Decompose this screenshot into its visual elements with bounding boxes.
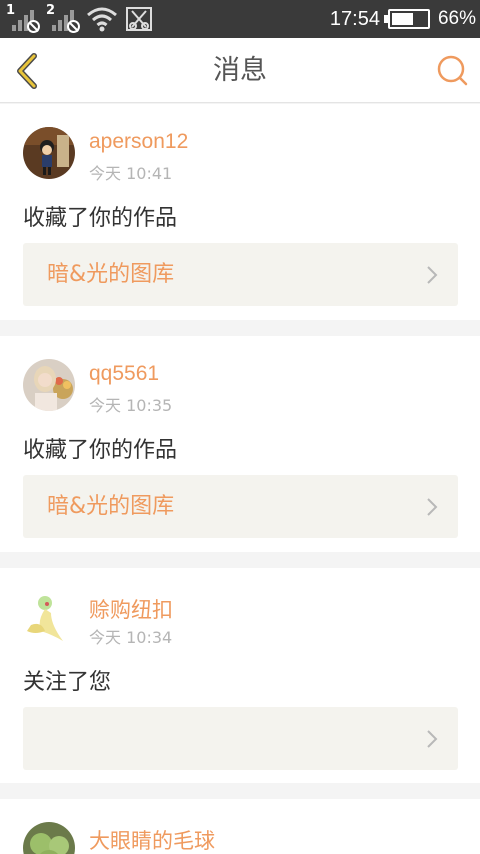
chevron-right-icon [427,266,438,284]
search-icon[interactable] [434,52,470,88]
status-right: 17:54 66% [330,0,476,38]
battery-percent: 66% [437,8,476,29]
username[interactable]: qq5561 [89,362,159,386]
avatar[interactable] [23,127,75,179]
page-title: 消息 [213,55,267,86]
wifi-icon [87,7,117,32]
avatar[interactable] [23,591,75,643]
follow-link[interactable] [23,707,458,770]
action-text: 关注了您 [23,670,112,695]
collection-link[interactable]: 暗&光的图库 [23,243,458,306]
username[interactable]: 赊购纽扣 [89,594,173,624]
chevron-right-icon [427,498,438,516]
status-bar: 1 2 17:54 66% [0,0,480,38]
status-left-icons: 1 2 [6,3,152,34]
sim2-signal-icon: 2 [46,3,80,33]
notification-card: qq5561 今天 10:35 收藏了你的作品 暗&光的图库 [0,336,480,552]
action-text: 收藏了你的作品 [23,206,178,231]
action-text: 收藏了你的作品 [23,438,178,463]
collection-title: 暗&光的图库 [47,262,175,287]
username[interactable]: 大眼睛的毛球 [89,825,215,854]
app-header: 消息 [0,38,480,103]
scissors-icon [126,7,152,31]
username[interactable]: aperson12 [89,130,188,154]
chevron-right-icon [427,730,438,748]
notification-card: aperson12 今天 10:41 收藏了你的作品 暗&光的图库 [0,104,480,320]
battery-icon [383,9,430,29]
avatar[interactable] [23,822,75,854]
timestamp: 今天 10:41 [89,164,173,183]
timestamp: 今天 10:34 [89,628,173,647]
sim1-signal-icon: 1 [6,3,40,33]
clock: 17:54 [329,7,380,30]
collection-title: 暗&光的图库 [47,494,175,519]
avatar[interactable] [23,359,75,411]
notification-card: 赊购纽扣 今天 10:34 关注了您 [0,568,480,783]
collection-link[interactable]: 暗&光的图库 [23,475,458,538]
notification-card: 大眼睛的毛球 [0,799,480,854]
timestamp: 今天 10:35 [89,396,173,415]
